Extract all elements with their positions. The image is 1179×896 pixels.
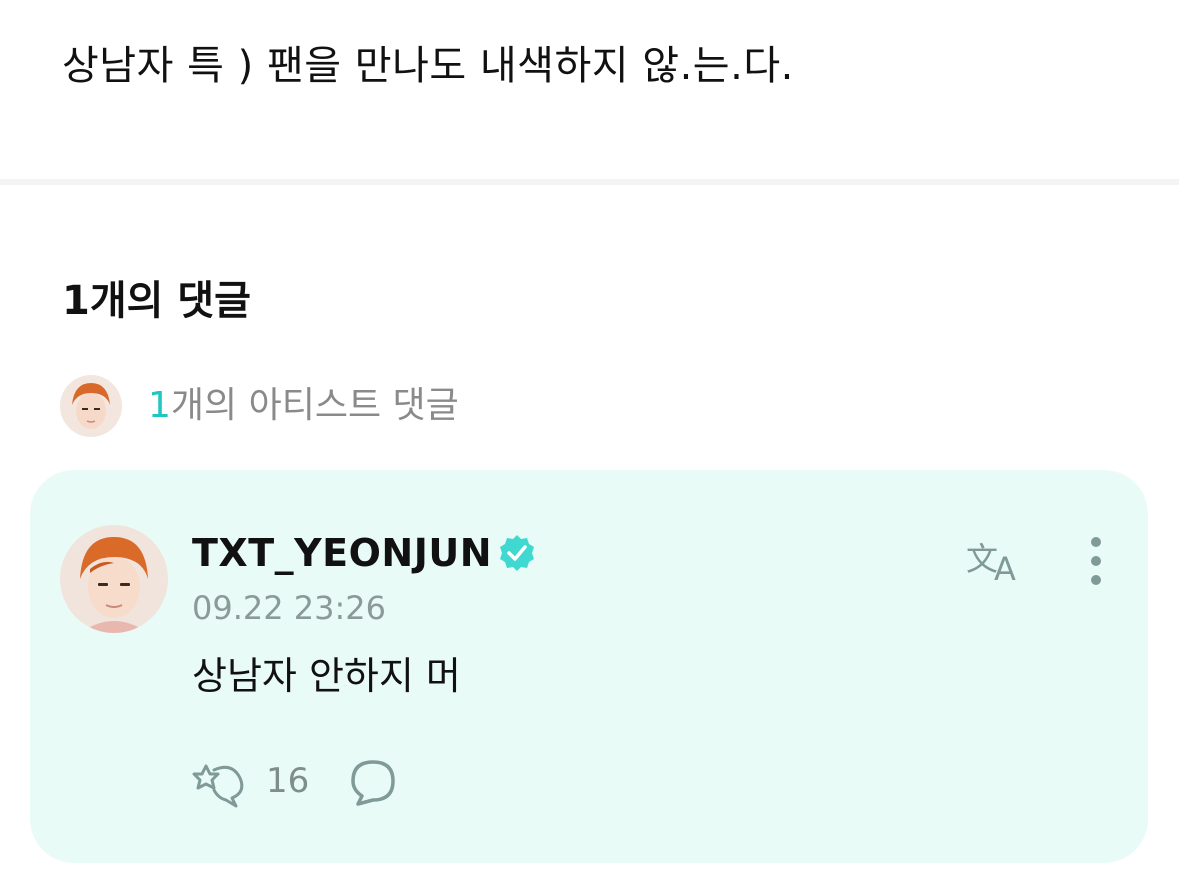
reaction-count: 16 (266, 761, 310, 801)
comment-timestamp: 09.22 23:26 (192, 589, 386, 627)
post-text: 상남자 특 ) 팬을 만나도 내색하지 않.는.다. (62, 43, 794, 89)
reply-bubble-icon[interactable] (348, 758, 398, 808)
artist-comments-label: 1개의 아티스트 댓글 (148, 384, 459, 428)
svg-text:A: A (994, 550, 1016, 586)
commenter-avatar[interactable] (60, 525, 168, 633)
comment-count-heading: 1개의 댓글 (62, 278, 251, 324)
artist-comment-count: 1 (148, 385, 171, 426)
reaction-icon[interactable] (192, 758, 248, 808)
artist-comment-card: TXT_YEONJUN 09.22 23:26 상남자 안하지 머 文 A 16 (30, 470, 1148, 863)
commenter-name[interactable]: TXT_YEONJUN (192, 528, 538, 578)
artist-comment-text: 개의 아티스트 댓글 (170, 385, 459, 426)
verified-badge-icon (500, 535, 535, 571)
artist-comments-summary[interactable]: 1개의 아티스트 댓글 (60, 375, 459, 437)
translate-icon[interactable]: 文 A (964, 536, 1028, 586)
artist-avatar (60, 375, 122, 437)
commenter-username: TXT_YEONJUN (192, 531, 493, 575)
comment-body: 상남자 안하지 머 (192, 654, 461, 698)
section-divider (0, 179, 1179, 185)
more-vertical-icon[interactable] (1082, 536, 1110, 586)
